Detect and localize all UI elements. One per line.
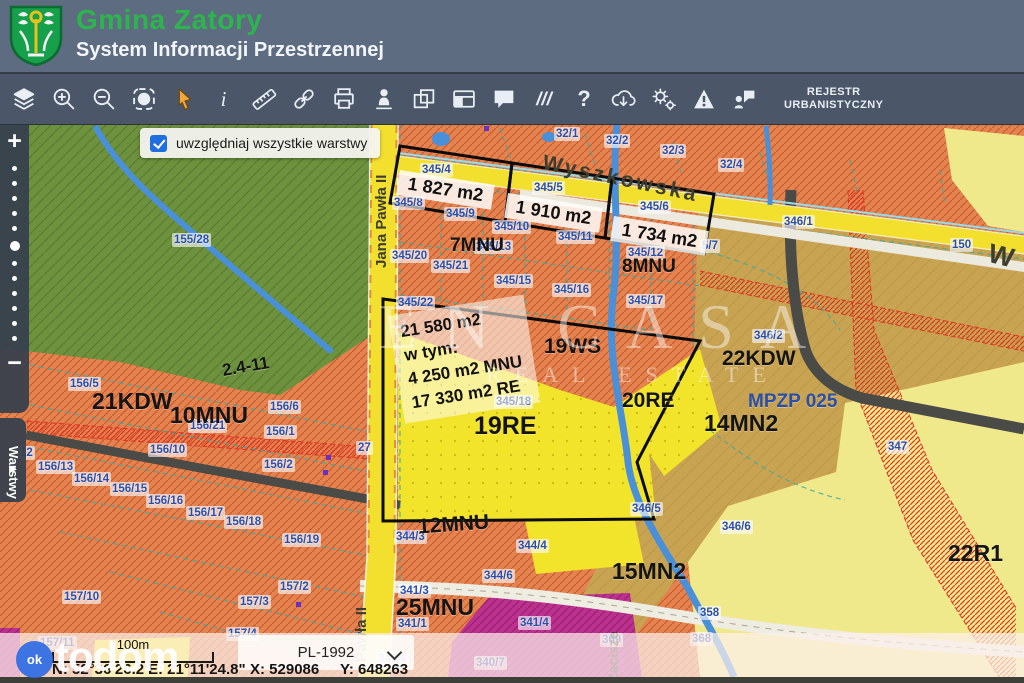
- cloud-download-icon[interactable]: [610, 86, 637, 113]
- zoom-level-dot[interactable]: [12, 211, 17, 216]
- coordinate-y: Y: 648263: [340, 661, 408, 678]
- app-title: Gmina Zatory: [76, 4, 262, 36]
- gis-application: 155/28 32/1 32/2 32/3 32/4 345/4 345/5 3…: [0, 0, 1024, 683]
- layers-panel-tab[interactable]: Warstwy ▶: [0, 418, 26, 502]
- comment-icon[interactable]: [490, 86, 517, 113]
- chevron-down-icon[interactable]: [387, 645, 403, 661]
- zoom-in-button[interactable]: +: [7, 129, 22, 154]
- scale-bar: 100m: [52, 637, 214, 663]
- zoom-level-dot-current[interactable]: [10, 241, 20, 251]
- map-zoom-sidebar: + −: [0, 125, 29, 413]
- layers-icon[interactable]: [10, 86, 37, 113]
- zoom-level-dot[interactable]: [12, 336, 17, 341]
- urban-register-button[interactable]: REJESTR URBANISTYCZNY: [784, 86, 883, 111]
- select-region-icon[interactable]: [130, 86, 157, 113]
- urban-register-line2: URBANISTYCZNY: [784, 99, 883, 112]
- svg-text:///: ///: [535, 88, 553, 109]
- zoom-level-dot[interactable]: [12, 226, 17, 231]
- coordinate-x: X: 529086: [250, 661, 319, 678]
- layout-panels-icon[interactable]: [450, 86, 477, 113]
- urban-register-line1: REJESTR: [784, 86, 883, 99]
- compare-windows-icon[interactable]: [410, 86, 437, 113]
- settings-gears-icon[interactable]: [650, 86, 677, 113]
- measure-ruler-icon[interactable]: [250, 86, 277, 113]
- bottom-strip: [0, 677, 1024, 683]
- pointer-cursor-icon[interactable]: [170, 86, 197, 113]
- status-bar: 100m PL-1992 N: 52°36'26.2" E: 21°11'24.…: [0, 633, 1024, 678]
- zoom-level-dot[interactable]: [12, 196, 17, 201]
- help-icon[interactable]: ?: [570, 86, 597, 113]
- zoom-level-dot[interactable]: [12, 306, 17, 311]
- all-layers-toggle-label: uwzględniaj wszystkie warstwy: [176, 135, 367, 151]
- info-icon[interactable]: i: [210, 86, 237, 113]
- zoom-out-icon[interactable]: [90, 86, 117, 113]
- zoom-out-button[interactable]: −: [7, 351, 22, 376]
- street-view-icon[interactable]: [370, 86, 397, 113]
- map-canvas[interactable]: [0, 125, 1024, 683]
- layers-panel-tab-label: Warstwy: [6, 446, 21, 459]
- map-svg: [0, 125, 1024, 683]
- zoom-level-dot[interactable]: [12, 291, 17, 296]
- zoom-level-dot[interactable]: [12, 261, 17, 266]
- print-icon[interactable]: [330, 86, 357, 113]
- map-toolbar: i /// ? REJESTR URBANISTYCZNY: [0, 74, 1024, 125]
- gmina-zatory-crest-logo: [8, 5, 64, 67]
- zoom-level-dot[interactable]: [12, 166, 17, 171]
- zoom-level-dots: [10, 166, 20, 341]
- zoom-level-dot[interactable]: [12, 321, 17, 326]
- warning-icon[interactable]: [690, 86, 717, 113]
- svg-text:i: i: [220, 88, 226, 111]
- zoom-level-dot[interactable]: [12, 276, 17, 281]
- zoom-in-icon[interactable]: [50, 86, 77, 113]
- coordinate-n: N: 52°36'26.2": [52, 661, 151, 678]
- feedback-icon[interactable]: [730, 86, 757, 113]
- checkbox-checked-icon[interactable]: [150, 135, 167, 152]
- zoom-level-dot[interactable]: [12, 181, 17, 186]
- all-layers-toggle[interactable]: uwzględniaj wszystkie warstwy: [140, 128, 380, 158]
- crs-selector-value: PL-1992: [298, 644, 355, 661]
- coordinate-e: E: 21°11'24.8": [148, 661, 246, 678]
- app-subtitle: System Informacji Przestrzennej: [76, 39, 384, 62]
- scale-bar-label: 100m: [52, 637, 214, 652]
- app-header: Gmina Zatory System Informacji Przestrze…: [0, 0, 1024, 74]
- link-icon[interactable]: [290, 86, 317, 113]
- svg-text:?: ?: [577, 86, 590, 111]
- measure-lines-icon[interactable]: ///: [530, 86, 557, 113]
